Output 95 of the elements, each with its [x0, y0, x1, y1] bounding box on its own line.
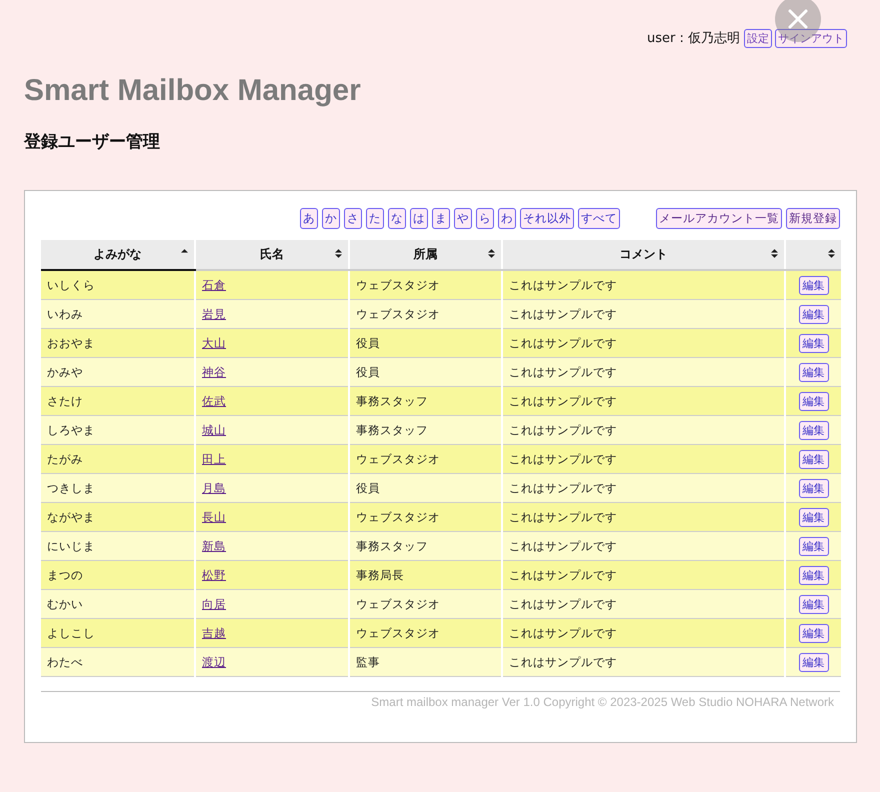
name-link[interactable]: 田上 — [202, 452, 226, 466]
action-button[interactable]: メールアカウント一覧 — [656, 208, 782, 229]
header-button[interactable]: サインアウト — [775, 28, 847, 48]
table-cell: たがみ — [47, 452, 83, 466]
user-label: user : 仮乃志明 — [647, 30, 740, 47]
close-icon[interactable] — [775, 0, 821, 42]
table-cell: 役員 — [356, 336, 380, 350]
filter-button[interactable]: は — [410, 208, 428, 229]
header-button[interactable]: 設定 — [744, 28, 772, 48]
edit-button[interactable]: 編集 — [798, 450, 828, 468]
filter-button[interactable]: すべて — [578, 208, 620, 229]
name-link[interactable]: 石倉 — [202, 278, 226, 292]
filter-button[interactable]: それ以外 — [520, 208, 574, 229]
edit-button[interactable]: 編集 — [798, 594, 828, 614]
action-button[interactable]: 新規登録 — [786, 208, 840, 229]
filter-button[interactable]: ら — [476, 208, 494, 229]
table-cell: これはサンプルです — [509, 306, 617, 320]
column-header[interactable]: 所属 — [349, 240, 502, 270]
app-title: Smart Mailbox Manager — [24, 74, 362, 108]
name-link[interactable]: 渡辺 — [202, 654, 226, 668]
table-cell: つきしま — [47, 480, 95, 494]
edit-button[interactable]: 編集 — [798, 276, 828, 295]
filter-button[interactable]: か — [322, 208, 340, 229]
page-heading: 登録ユーザー管理 — [24, 131, 161, 153]
table-cell: ウェブスタジオ — [356, 452, 440, 466]
table-cell: これはサンプルです — [509, 626, 617, 640]
name-link[interactable]: 月島 — [202, 480, 226, 494]
footer-text: Smart mailbox manager Ver 1.0 Copyright © 2023-2025 Web Studio NOHARA Network — [371, 694, 834, 708]
column-header[interactable]: よみがな — [41, 240, 195, 270]
filter-button[interactable]: た — [366, 208, 384, 229]
table-cell: 事務スタッフ — [356, 538, 428, 552]
column-header[interactable]: コメント — [502, 240, 785, 270]
name-link[interactable]: 佐武 — [202, 394, 226, 408]
column-header[interactable]: 氏名 — [195, 240, 349, 270]
table-cell: おおやま — [47, 336, 95, 350]
edit-button[interactable]: 編集 — [798, 392, 828, 410]
edit-button[interactable]: 編集 — [798, 478, 828, 498]
filter-button[interactable]: さ — [344, 208, 362, 229]
table-cell: これはサンプルです — [509, 364, 617, 378]
name-link[interactable]: 大山 — [202, 336, 226, 350]
filter-button[interactable]: わ — [498, 208, 516, 229]
table-cell: これはサンプルです — [509, 278, 617, 292]
table-cell: 役員 — [356, 364, 380, 378]
edit-button[interactable]: 編集 — [798, 624, 828, 642]
table-cell: さたけ — [47, 394, 83, 408]
table-cell: まつの — [47, 568, 83, 582]
table-cell: ウェブスタジオ — [356, 510, 440, 524]
filter-button[interactable]: な — [388, 208, 406, 229]
edit-button[interactable]: 編集 — [798, 508, 828, 526]
table-cell: ながやま — [47, 510, 95, 524]
table-cell: にいじま — [47, 538, 95, 552]
table-cell: これはサンプルです — [509, 596, 617, 610]
filter-button[interactable]: や — [454, 208, 472, 229]
edit-button[interactable]: 編集 — [798, 566, 828, 584]
table-cell: これはサンプルです — [509, 480, 617, 494]
edit-button[interactable]: 編集 — [798, 304, 828, 324]
table-cell: これはサンプルです — [509, 452, 617, 466]
table-cell: 事務スタッフ — [356, 394, 428, 408]
table-cell: いわみ — [47, 306, 83, 320]
table-cell: いしくら — [47, 278, 95, 292]
name-link[interactable]: 神谷 — [202, 364, 226, 378]
table-cell: ウェブスタジオ — [356, 596, 440, 610]
table-cell: これはサンプルです — [509, 510, 617, 524]
name-link[interactable]: 長山 — [202, 510, 226, 524]
table-cell: ウェブスタジオ — [356, 626, 440, 640]
table-cell: かみや — [47, 364, 83, 378]
table-cell: これはサンプルです — [509, 336, 617, 350]
table-cell: よしこし — [47, 626, 95, 640]
name-link[interactable]: 城山 — [202, 422, 226, 436]
name-link[interactable]: 松野 — [202, 568, 226, 582]
table-cell: これはサンプルです — [509, 422, 617, 436]
name-link[interactable]: 吉越 — [202, 626, 226, 640]
table-cell: 事務スタッフ — [356, 422, 428, 436]
filter-button[interactable]: ま — [432, 208, 450, 229]
name-link[interactable]: 向居 — [202, 596, 226, 610]
filter-button[interactable]: あ — [300, 208, 318, 229]
table-cell: 監事 — [356, 654, 380, 668]
table-cell: これはサンプルです — [509, 568, 617, 582]
table-cell: むかい — [47, 596, 83, 610]
edit-button[interactable]: 編集 — [798, 334, 828, 352]
table-cell: 役員 — [356, 480, 380, 494]
edit-button[interactable]: 編集 — [798, 536, 828, 556]
table-cell: わたべ — [47, 654, 83, 668]
name-link[interactable]: 新島 — [202, 538, 226, 552]
name-link[interactable]: 岩見 — [202, 306, 226, 320]
table-cell: これはサンプルです — [509, 538, 617, 552]
table-cell: ウェブスタジオ — [356, 306, 440, 320]
table-cell: 事務局長 — [356, 568, 404, 582]
table-cell: ウェブスタジオ — [356, 278, 440, 292]
edit-button[interactable]: 編集 — [798, 652, 828, 672]
edit-button[interactable]: 編集 — [798, 420, 828, 440]
edit-button[interactable]: 編集 — [798, 362, 828, 382]
table-cell: しろやま — [47, 422, 95, 436]
table-cell: これはサンプルです — [509, 394, 617, 408]
table-cell: これはサンプルです — [509, 654, 617, 668]
